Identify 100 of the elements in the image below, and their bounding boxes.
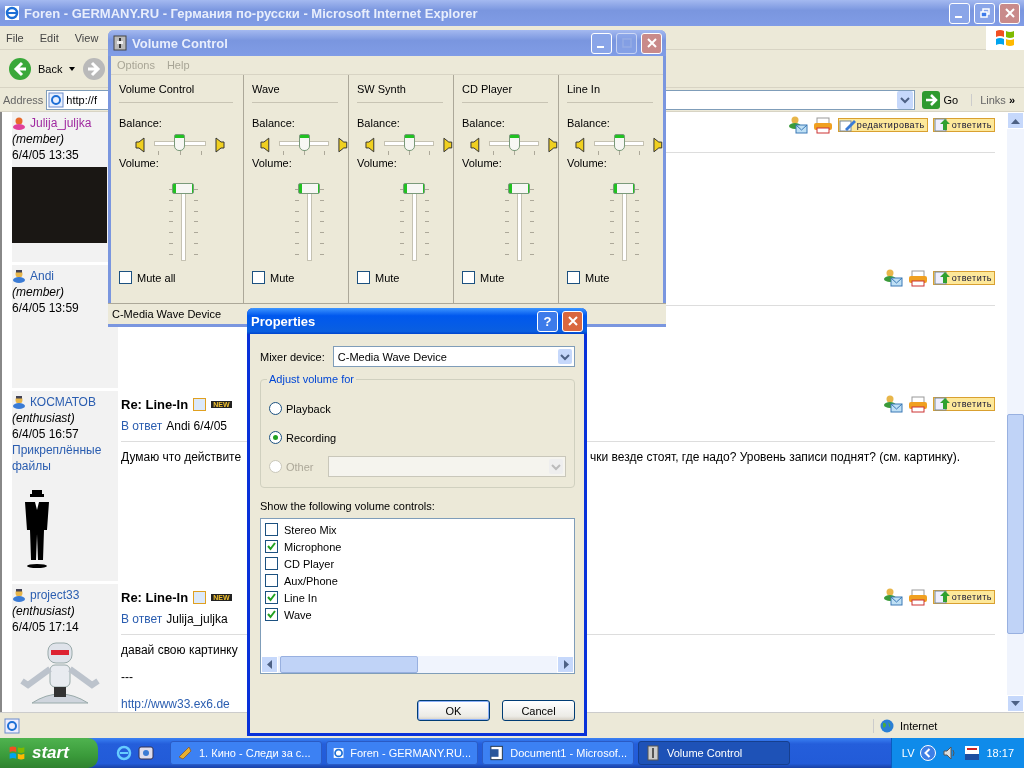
checkbox-label[interactable]: Aux/Phone — [284, 574, 338, 587]
slider-thumb[interactable] — [403, 183, 425, 194]
balance-slider[interactable] — [152, 134, 208, 156]
checkbox[interactable] — [462, 271, 475, 284]
checkbox-label[interactable]: Stereo Mix — [284, 523, 337, 536]
go-button[interactable]: Go — [917, 90, 969, 109]
slider-thumb[interactable] — [613, 183, 635, 194]
checkbox-label[interactable]: Mute — [375, 271, 400, 284]
down-arrow-icon[interactable] — [1011, 700, 1020, 707]
mixer-device-dropdown[interactable]: C-Media Wave Device — [332, 346, 575, 367]
close-button[interactable] — [999, 2, 1020, 24]
maximize-button[interactable] — [616, 32, 637, 54]
reply-button[interactable]: ответить — [932, 397, 995, 411]
right-arrow-icon[interactable] — [562, 660, 569, 669]
reply-button[interactable]: ответить — [932, 271, 995, 285]
left-arrow-icon[interactable] — [266, 660, 273, 669]
caret-icon — [68, 65, 77, 72]
menu-item[interactable]: View — [74, 31, 99, 44]
minimize-button[interactable] — [949, 2, 970, 24]
cancel-button[interactable]: Cancel — [502, 700, 575, 721]
user-mail-icon[interactable] — [882, 395, 903, 413]
edit-button[interactable]: редактировать — [837, 118, 928, 132]
checkbox[interactable] — [265, 608, 278, 621]
balance-label: Balance: — [567, 117, 611, 129]
minimize-button[interactable] — [591, 32, 612, 54]
checkbox[interactable] — [265, 557, 278, 570]
author-link[interactable]: project33 — [30, 587, 80, 603]
checkbox-label[interactable]: Line In — [284, 591, 318, 604]
reply-to-link[interactable]: В ответ — [121, 612, 163, 626]
menu-item[interactable]: Edit — [39, 31, 59, 44]
horizontal-scrollbar[interactable] — [261, 656, 574, 673]
checkbox[interactable] — [265, 540, 278, 553]
checkbox[interactable] — [357, 271, 370, 284]
vertical-scrollbar[interactable] — [1007, 112, 1024, 712]
reply-button[interactable]: ответить — [932, 118, 995, 132]
slider-thumb[interactable] — [508, 134, 520, 151]
author-link[interactable]: Julija_juljka — [30, 115, 92, 131]
checkbox[interactable] — [119, 271, 132, 284]
user-mail-icon[interactable] — [882, 588, 903, 606]
browser-icon[interactable] — [116, 745, 132, 761]
checkbox-label[interactable]: Mute — [585, 271, 610, 284]
checkbox[interactable] — [252, 271, 265, 284]
close-button[interactable] — [562, 310, 583, 332]
slider-thumb[interactable] — [508, 183, 530, 194]
reply-to-link[interactable]: В ответ — [121, 419, 163, 433]
language-indicator[interactable]: LV — [901, 747, 915, 759]
desktop-icon[interactable] — [138, 745, 154, 761]
printer-icon[interactable] — [907, 395, 928, 413]
checkbox-label[interactable]: Wave — [284, 608, 312, 621]
back-button[interactable]: Back — [8, 56, 77, 81]
radio-label[interactable]: Recording — [286, 431, 337, 444]
checkbox-label[interactable]: Mute — [270, 271, 295, 284]
taskbar-button[interactable]: Document1 - Microsof... — [482, 741, 634, 765]
balance-slider[interactable] — [591, 134, 647, 156]
radio-button[interactable] — [269, 402, 282, 415]
checkbox[interactable] — [265, 591, 278, 604]
volume-controls-list[interactable]: Stereo Mix Microphone CD Player Aux/Phone Line In Wave — [260, 518, 575, 674]
checkbox-label[interactable]: Mute — [480, 271, 505, 284]
restore-button[interactable] — [974, 2, 995, 24]
slider-thumb[interactable] — [298, 183, 320, 194]
balance-slider[interactable] — [486, 134, 542, 156]
slider-thumb[interactable] — [174, 134, 185, 151]
user-mail-icon[interactable] — [882, 269, 903, 287]
checkbox[interactable] — [265, 523, 278, 536]
printer-icon[interactable] — [907, 588, 928, 606]
checkbox[interactable] — [265, 574, 278, 587]
audio-app-icon[interactable] — [964, 745, 981, 761]
radio-label[interactable]: Playback — [286, 402, 331, 415]
taskbar-button[interactable]: Foren - GERMANY.RU... — [326, 741, 478, 765]
balance-slider[interactable] — [381, 134, 437, 156]
taskbar-button[interactable]: Volume Control — [638, 741, 790, 765]
printer-icon[interactable] — [812, 116, 833, 134]
reply-button[interactable]: ответить — [932, 590, 995, 604]
printer-icon[interactable] — [907, 269, 928, 287]
author-link[interactable]: КОСМАТОВ — [30, 394, 96, 410]
author-link[interactable]: Andi — [30, 268, 55, 284]
user-icon — [12, 395, 26, 409]
close-button[interactable] — [641, 32, 662, 54]
slider-thumb[interactable] — [172, 183, 194, 194]
chevron[interactable]: » — [1008, 93, 1021, 106]
attachments-link[interactable]: Прикреплённые файлы — [12, 442, 118, 474]
balance-slider[interactable] — [276, 134, 332, 156]
chevron-icon[interactable] — [920, 745, 937, 761]
body-link[interactable]: http://www33.ex6.de — [121, 697, 230, 711]
user-mail-icon[interactable] — [787, 116, 808, 134]
up-arrow-icon[interactable] — [1011, 117, 1020, 124]
checkbox-label[interactable]: Microphone — [284, 540, 342, 553]
checkbox[interactable] — [567, 271, 580, 284]
ok-button[interactable]: OK — [417, 700, 490, 721]
slider-thumb[interactable] — [613, 134, 625, 151]
dropdown-icon[interactable] — [896, 90, 913, 109]
menu-item[interactable]: File — [6, 31, 24, 44]
checkbox-label[interactable]: CD Player — [284, 557, 335, 570]
help-button[interactable]: ? — [537, 310, 558, 332]
slider-thumb[interactable] — [403, 134, 415, 151]
taskbar-button[interactable]: 1. Кино - Следи за с... — [170, 741, 322, 765]
links-label[interactable]: Links — [971, 93, 1006, 106]
checkbox-label[interactable]: Mute all — [137, 271, 176, 284]
slider-thumb[interactable] — [298, 134, 310, 151]
radio-button[interactable] — [269, 431, 282, 444]
